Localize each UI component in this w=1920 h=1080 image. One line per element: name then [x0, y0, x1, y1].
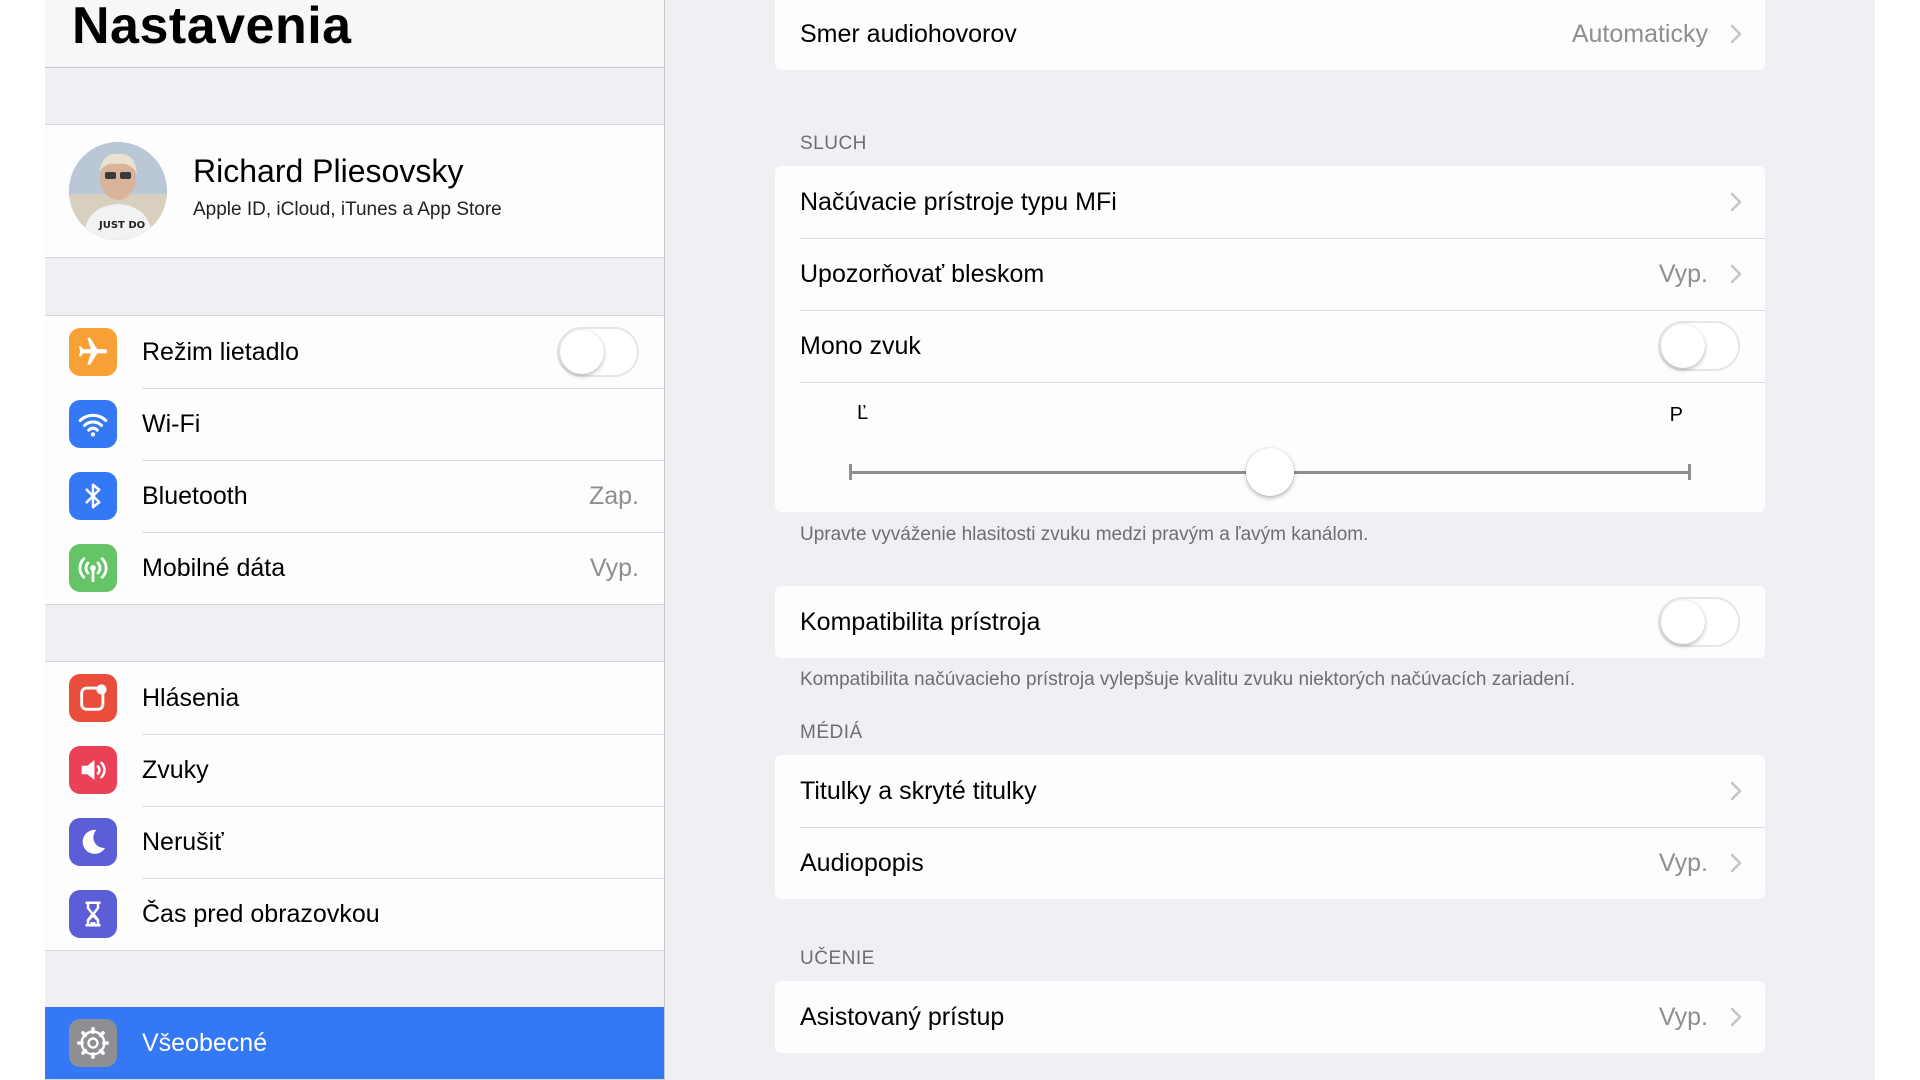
chevron-right-icon — [1730, 192, 1742, 212]
sidebar-item-label: Zvuky — [142, 756, 209, 784]
hearing-card: Načúvacie prístroje typu MFi Upozorňovať… — [775, 166, 1765, 512]
sidebar-item-sounds[interactable]: Zvuky — [45, 734, 664, 806]
chevron-right-icon — [1730, 1007, 1742, 1027]
sidebar-item-label: Mobilné dáta — [142, 554, 286, 582]
chevron-right-icon — [1730, 24, 1742, 44]
call-audio-routing-row[interactable]: Smer audiohovorov Automaticky — [775, 0, 1765, 70]
compatibility-footnote: Kompatibilita načúvacieho prístroja vyle… — [800, 669, 1576, 690]
mobile-data-status: Vyp. — [589, 554, 639, 582]
settings-sidebar: Nastavenia JUST DO Richard Pliesovsky Ap… — [45, 0, 665, 1080]
sidebar-item-label: Wi-Fi — [142, 410, 201, 438]
row-label: Smer audiohovorov — [800, 20, 1017, 48]
sidebar-item-wifi[interactable]: Wi-Fi — [45, 388, 664, 460]
row-value: Vyp. — [1658, 260, 1708, 288]
hourglass-icon — [69, 890, 117, 938]
section-header-media: MÉDIÁ — [800, 722, 863, 743]
balance-slider-thumb[interactable] — [1246, 448, 1294, 496]
avatar-photo: JUST DO — [69, 142, 167, 240]
guided-access-row[interactable]: Asistovaný prístup Vyp. — [775, 981, 1765, 1053]
row-label: Asistovaný prístup — [800, 1003, 1005, 1031]
media-card: Titulky a skryté titulky Audiopopis Vyp. — [775, 755, 1765, 899]
sidebar-item-screen-time[interactable]: Čas pred obrazovkou — [45, 878, 664, 950]
apple-id-profile[interactable]: JUST DO Richard Pliesovsky Apple ID, iCl… — [45, 125, 664, 257]
row-value: Vyp. — [1658, 849, 1708, 877]
balance-slider-min-tick — [849, 464, 852, 480]
sidebar-item-airplane-mode[interactable]: Režim lietadlo — [45, 316, 664, 388]
bluetooth-status: Zap. — [588, 482, 639, 510]
chevron-right-icon — [1730, 264, 1742, 284]
accessibility-audio-detail: Smer audiohovorov Automaticky SLUCH Načú… — [665, 0, 1875, 1080]
row-label: Titulky a skryté titulky — [800, 777, 1037, 805]
balance-slider-max-tick — [1688, 464, 1691, 480]
profile-name: Richard Pliesovsky — [193, 153, 464, 189]
moon-icon — [69, 818, 117, 866]
sidebar-item-label: Nerušiť — [142, 828, 224, 856]
sidebar-item-do-not-disturb[interactable]: Nerušiť — [45, 806, 664, 878]
hearing-compatibility-toggle[interactable] — [1658, 597, 1740, 647]
mono-audio-row: Mono zvuk — [775, 310, 1765, 382]
balance-left-label: Ľ — [857, 402, 869, 424]
screen-margin — [1875, 0, 1920, 1080]
sidebar-item-general[interactable]: Všeobecné — [45, 1007, 664, 1079]
row-value: Vyp. — [1658, 1003, 1708, 1031]
airplane-mode-toggle[interactable] — [557, 327, 639, 377]
sidebar-item-notifications[interactable]: Hlásenia — [45, 662, 664, 734]
hearing-compatibility-row: Kompatibilita prístroja — [775, 586, 1765, 658]
sidebar-item-bluetooth[interactable]: Bluetooth Zap. — [45, 460, 664, 532]
section-header-learning: UČENIE — [800, 948, 875, 969]
chevron-right-icon — [1730, 853, 1742, 873]
sidebar-item-label: Hlásenia — [142, 684, 240, 712]
row-value: Automaticky — [1571, 20, 1708, 48]
wifi-icon — [69, 400, 117, 448]
led-flash-alerts-row[interactable]: Upozorňovať bleskom Vyp. — [775, 238, 1765, 310]
learning-card: Asistovaný prístup Vyp. — [775, 981, 1765, 1053]
row-label: Audiopopis — [800, 849, 924, 877]
row-label: Upozorňovať bleskom — [800, 260, 1045, 288]
gear-icon — [69, 1019, 117, 1067]
settings-screen: Nastavenia JUST DO Richard Pliesovsky Ap… — [0, 0, 1920, 1080]
balance-footnote: Upravte vyváženie hlasitosti zvuku medzi… — [800, 524, 1369, 545]
bluetooth-icon — [69, 472, 117, 520]
audio-descriptions-row[interactable]: Audiopopis Vyp. — [775, 827, 1765, 899]
mono-audio-toggle[interactable] — [1658, 321, 1740, 371]
balance-right-label: P — [1669, 404, 1683, 426]
sidebar-header: Nastavenia — [45, 0, 664, 68]
sidebar-item-label: Všeobecné — [142, 1029, 268, 1057]
svg-text:JUST DO: JUST DO — [98, 220, 145, 231]
subtitles-captioning-row[interactable]: Titulky a skryté titulky — [775, 755, 1765, 827]
call-audio-routing-card: Smer audiohovorov Automaticky — [775, 0, 1765, 70]
chevron-right-icon — [1730, 781, 1742, 801]
row-label: Kompatibilita prístroja — [800, 608, 1041, 636]
page-title: Nastavenia — [72, 0, 352, 55]
profile-group: JUST DO Richard Pliesovsky Apple ID, iCl… — [45, 124, 664, 258]
mfi-hearing-devices-row[interactable]: Načúvacie prístroje typu MFi — [775, 166, 1765, 238]
sidebar-item-label: Režim lietadlo — [142, 338, 300, 366]
notifications-group: Hlásenia Zvuky Nerušiť Čas pred obrazovk… — [45, 661, 664, 951]
antenna-icon — [69, 544, 117, 592]
general-group: Všeobecné — [45, 1007, 664, 1080]
hearing-compatibility-card: Kompatibilita prístroja — [775, 586, 1765, 658]
profile-subtitle: Apple ID, iCloud, iTunes a App Store — [193, 199, 502, 220]
sidebar-item-mobile-data[interactable]: Mobilné dáta Vyp. — [45, 532, 664, 604]
row-label: Mono zvuk — [800, 332, 921, 360]
connectivity-group: Režim lietadlo Wi-Fi Bluetooth Zap. Mobi… — [45, 315, 664, 605]
section-header-hearing: SLUCH — [800, 133, 867, 154]
balance-slider-row: Ľ P — [775, 382, 1765, 512]
row-label: Načúvacie prístroje typu MFi — [800, 188, 1117, 216]
notifications-icon — [69, 674, 117, 722]
airplane-icon — [69, 328, 117, 376]
sidebar-item-label: Bluetooth — [142, 482, 248, 510]
sidebar-item-label: Čas pred obrazovkou — [142, 900, 380, 928]
avatar: JUST DO — [69, 142, 167, 240]
speaker-icon — [69, 746, 117, 794]
